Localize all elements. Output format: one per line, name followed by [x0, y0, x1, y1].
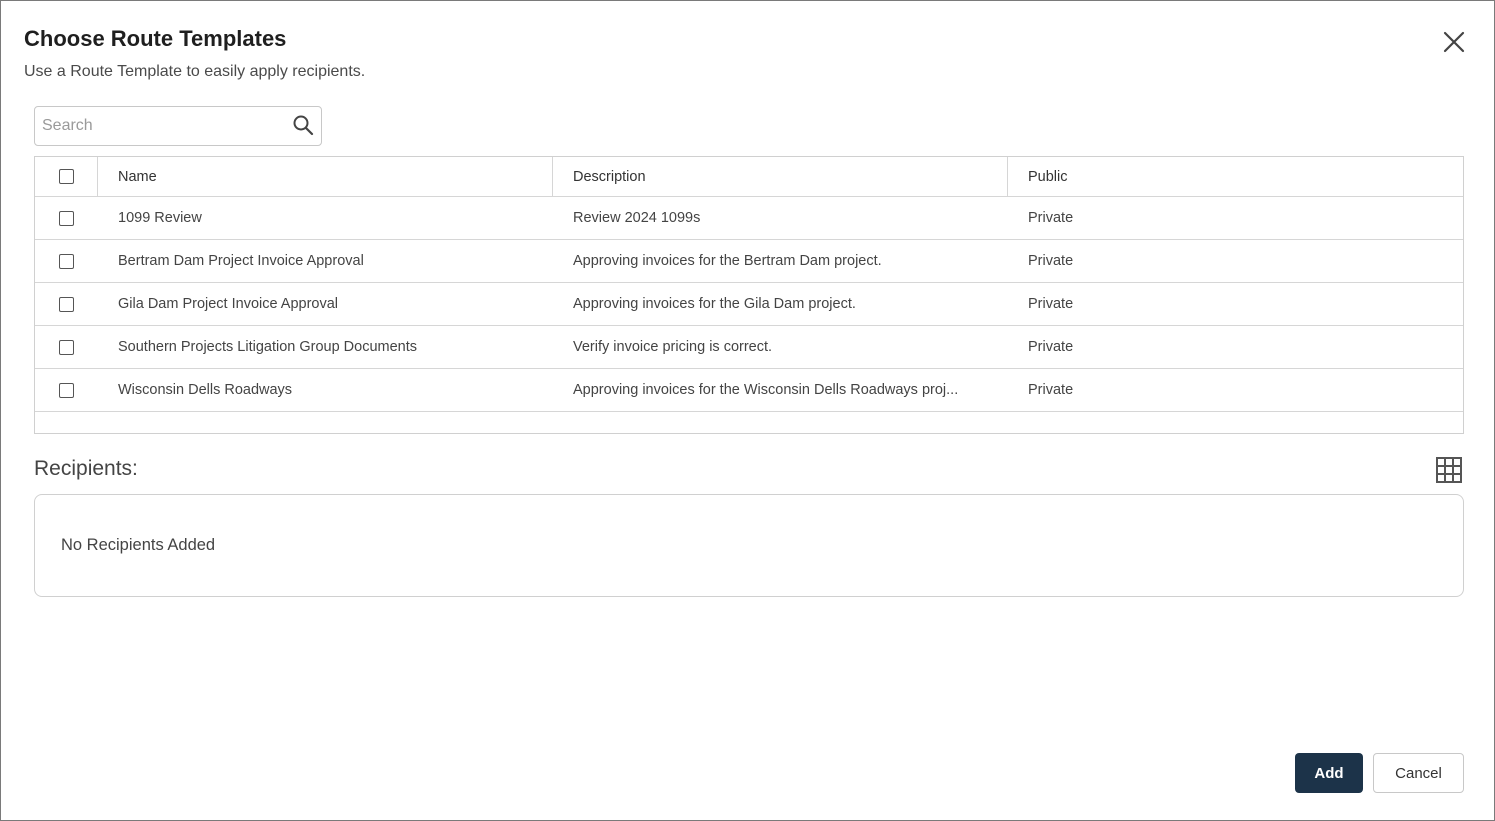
row-name: 1099 Review	[118, 210, 202, 226]
recipients-label: Recipients:	[34, 457, 138, 480]
row-public: Private	[1028, 339, 1074, 355]
cancel-button[interactable]: Cancel	[1373, 753, 1464, 793]
grid-icon[interactable]	[1435, 456, 1463, 484]
row-description: Review 2024 1099s	[573, 210, 701, 226]
table-row[interactable]: 1099 Review Review 2024 1099s Private	[35, 197, 1463, 240]
row-checkbox[interactable]	[59, 339, 74, 355]
row-name: Southern Projects Litigation Group Docum…	[118, 339, 418, 355]
column-header-public[interactable]: Public	[1008, 157, 1463, 196]
row-name: Wisconsin Dells Roadways	[118, 382, 293, 398]
recipients-panel: No Recipients Added	[34, 494, 1464, 597]
row-checkbox[interactable]	[59, 210, 74, 226]
search-icon[interactable]	[292, 114, 314, 136]
row-public: Private	[1028, 296, 1074, 312]
row-description: Approving invoices for the Bertram Dam p…	[573, 253, 882, 269]
row-name: Bertram Dam Project Invoice Approval	[118, 253, 364, 269]
dialog-title: Choose Route Templates	[24, 26, 287, 51]
row-name: Gila Dam Project Invoice Approval	[118, 296, 339, 312]
add-button[interactable]: Add	[1295, 753, 1363, 793]
close-icon	[1443, 31, 1465, 53]
row-public: Private	[1028, 210, 1074, 226]
select-all-checkbox[interactable]	[58, 169, 74, 184]
column-header-name[interactable]: Name	[98, 157, 553, 196]
row-public: Private	[1028, 382, 1074, 398]
table-row[interactable]: Wisconsin Dells Roadways Approving invoi…	[35, 369, 1463, 412]
table-row[interactable]: Bertram Dam Project Invoice Approval App…	[35, 240, 1463, 283]
table-row[interactable]: Gila Dam Project Invoice Approval Approv…	[35, 283, 1463, 326]
route-templates-table: Name Description Public 1099 Review Revi…	[34, 156, 1464, 434]
row-checkbox[interactable]	[59, 253, 74, 269]
search-input[interactable]	[35, 107, 285, 145]
row-description: Verify invoice pricing is correct.	[573, 339, 773, 355]
row-description: Approving invoices for the Gila Dam proj…	[573, 296, 856, 312]
column-header-description[interactable]: Description	[553, 157, 1008, 196]
close-button[interactable]	[1439, 27, 1469, 57]
search-box	[34, 106, 322, 146]
dialog-subtitle: Use a Route Template to easily apply rec…	[24, 63, 366, 80]
row-description: Approving invoices for the Wisconsin Del…	[573, 382, 959, 398]
route-templates-dialog: Choose Route Templates Use a Route Templ…	[0, 0, 1495, 821]
table-header: Name Description Public	[35, 157, 1463, 197]
table-row[interactable]: Southern Projects Litigation Group Docum…	[35, 326, 1463, 369]
recipients-empty-message: No Recipients Added	[61, 536, 216, 554]
row-checkbox[interactable]	[59, 382, 74, 398]
row-checkbox[interactable]	[59, 296, 74, 312]
row-public: Private	[1028, 253, 1074, 269]
